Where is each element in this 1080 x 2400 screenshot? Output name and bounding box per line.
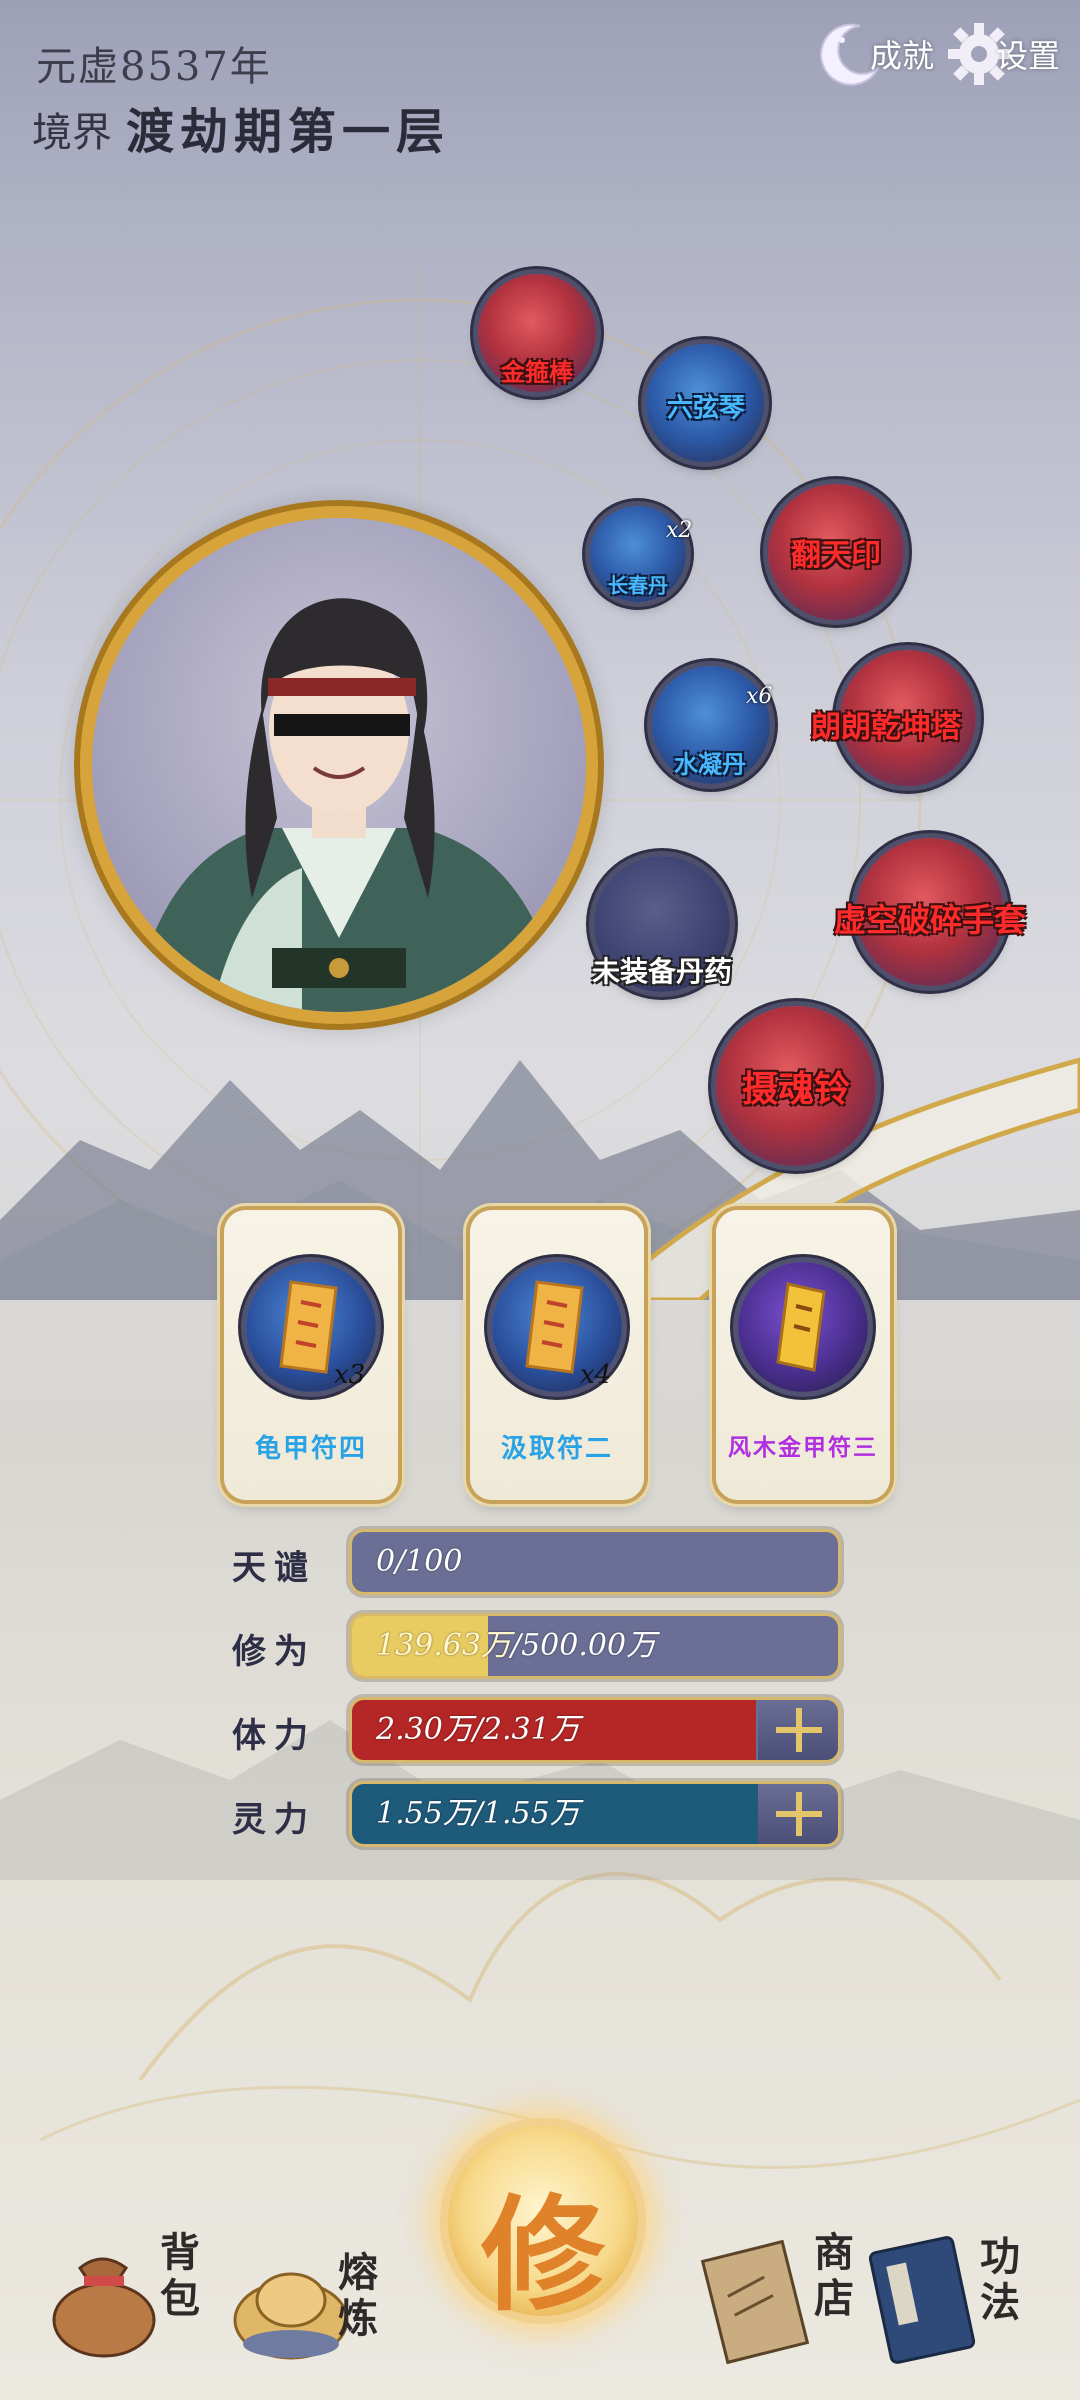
nav-smelt-label: 熔炼: [338, 2249, 378, 2342]
nav-bag-label: 背包: [160, 2229, 200, 2322]
count-longevity-pill: x2: [666, 518, 693, 543]
stat-label-lingli: 灵力: [232, 1800, 316, 1840]
stat-bar-xiuwei: 139.63万/500.00万: [352, 1616, 838, 1676]
talisman-count: x4: [580, 1360, 612, 1390]
equip-slot-empty-pill[interactable]: [594, 856, 730, 992]
settings-button[interactable]: 设置: [944, 14, 1060, 94]
bag-icon: [52, 2257, 156, 2358]
settings-label: 设置: [996, 37, 1061, 75]
character-image: [132, 598, 562, 1012]
stat-value-current: 139.63万: [376, 1628, 511, 1663]
nav-shop-button[interactable]: 商店: [700, 2230, 870, 2380]
nav-bag-button[interactable]: 背包: [40, 2230, 220, 2370]
equip-slot-soul-bell[interactable]: [716, 1006, 876, 1166]
stat-value-max: /500.00万: [510, 1628, 657, 1663]
nav-smelt-button[interactable]: 熔炼: [226, 2250, 406, 2380]
talisman-name: 风木金甲符三: [728, 1434, 878, 1461]
nav-skills-button[interactable]: 功法: [860, 2230, 1060, 2380]
year-text: 元虚8537年: [36, 44, 272, 90]
add-lingli-button[interactable]: [758, 1784, 838, 1844]
count-water-pill: x6: [746, 684, 773, 709]
stat-label-tili: 体力: [232, 1716, 316, 1756]
book-icon: [868, 2236, 976, 2364]
smelt-flower-icon: [233, 2272, 349, 2360]
cultivate-button[interactable]: 修: [448, 2126, 638, 2328]
talisman-name: 龟甲符四: [254, 1434, 367, 1464]
talisman-golden-scroll-icon: [738, 1262, 868, 1392]
talisman-card-1[interactable]: x3 龟甲符四: [224, 1210, 398, 1500]
realm-label: 境界: [32, 110, 112, 156]
achievements-button[interactable]: 成就: [812, 14, 934, 94]
add-tili-button[interactable]: [758, 1700, 838, 1760]
equip-slot-golden-staff[interactable]: [478, 274, 596, 392]
nav-shop-label: 商店: [814, 2229, 854, 2322]
stat-label-tianqian: 天谴: [232, 1548, 316, 1588]
achievements-label: 成就: [870, 37, 935, 75]
equip-slot-six-string-qin[interactable]: [646, 344, 764, 462]
stat-bar-tianqian: 0/100: [352, 1532, 838, 1592]
stat-bar-lingli: 1.55万/1.55万: [352, 1784, 838, 1844]
talisman-card-3[interactable]: 风木金甲符三: [716, 1210, 890, 1500]
stat-value-tianqian: 0/100: [376, 1544, 463, 1579]
equip-slot-void-gloves[interactable]: [856, 838, 1004, 986]
cultivate-glyph: 修: [480, 2183, 605, 2328]
realm-value: 渡劫期第一层: [126, 104, 451, 160]
map-scroll-icon: [700, 2239, 810, 2365]
game-screen: 元虚8537年 境界 渡劫期第一层 成就 设置 金箍棒 六弦琴 长春丹 x2 翻…: [0, 0, 1080, 2400]
stat-value-lingli: 1.55万/1.55万: [376, 1796, 580, 1831]
equip-slot-heaven-seal[interactable]: [768, 484, 904, 620]
talisman-card-2[interactable]: x4 汲取符二: [470, 1210, 644, 1500]
talisman-name: 汲取符二: [500, 1434, 613, 1464]
talisman-count: x3: [334, 1360, 366, 1390]
stat-value-xiuwei: 139.63万/500.00万: [376, 1616, 656, 1676]
stat-value-tili: 2.30万/2.31万: [376, 1712, 580, 1747]
stat-label-xiuwei: 修为: [232, 1632, 316, 1672]
character-portrait[interactable]: [92, 518, 586, 1012]
equip-slot-universe-tower[interactable]: [840, 650, 976, 786]
nav-skills-label: 功法: [980, 2233, 1020, 2326]
stat-bar-tili: 2.30万/2.31万: [352, 1700, 838, 1760]
